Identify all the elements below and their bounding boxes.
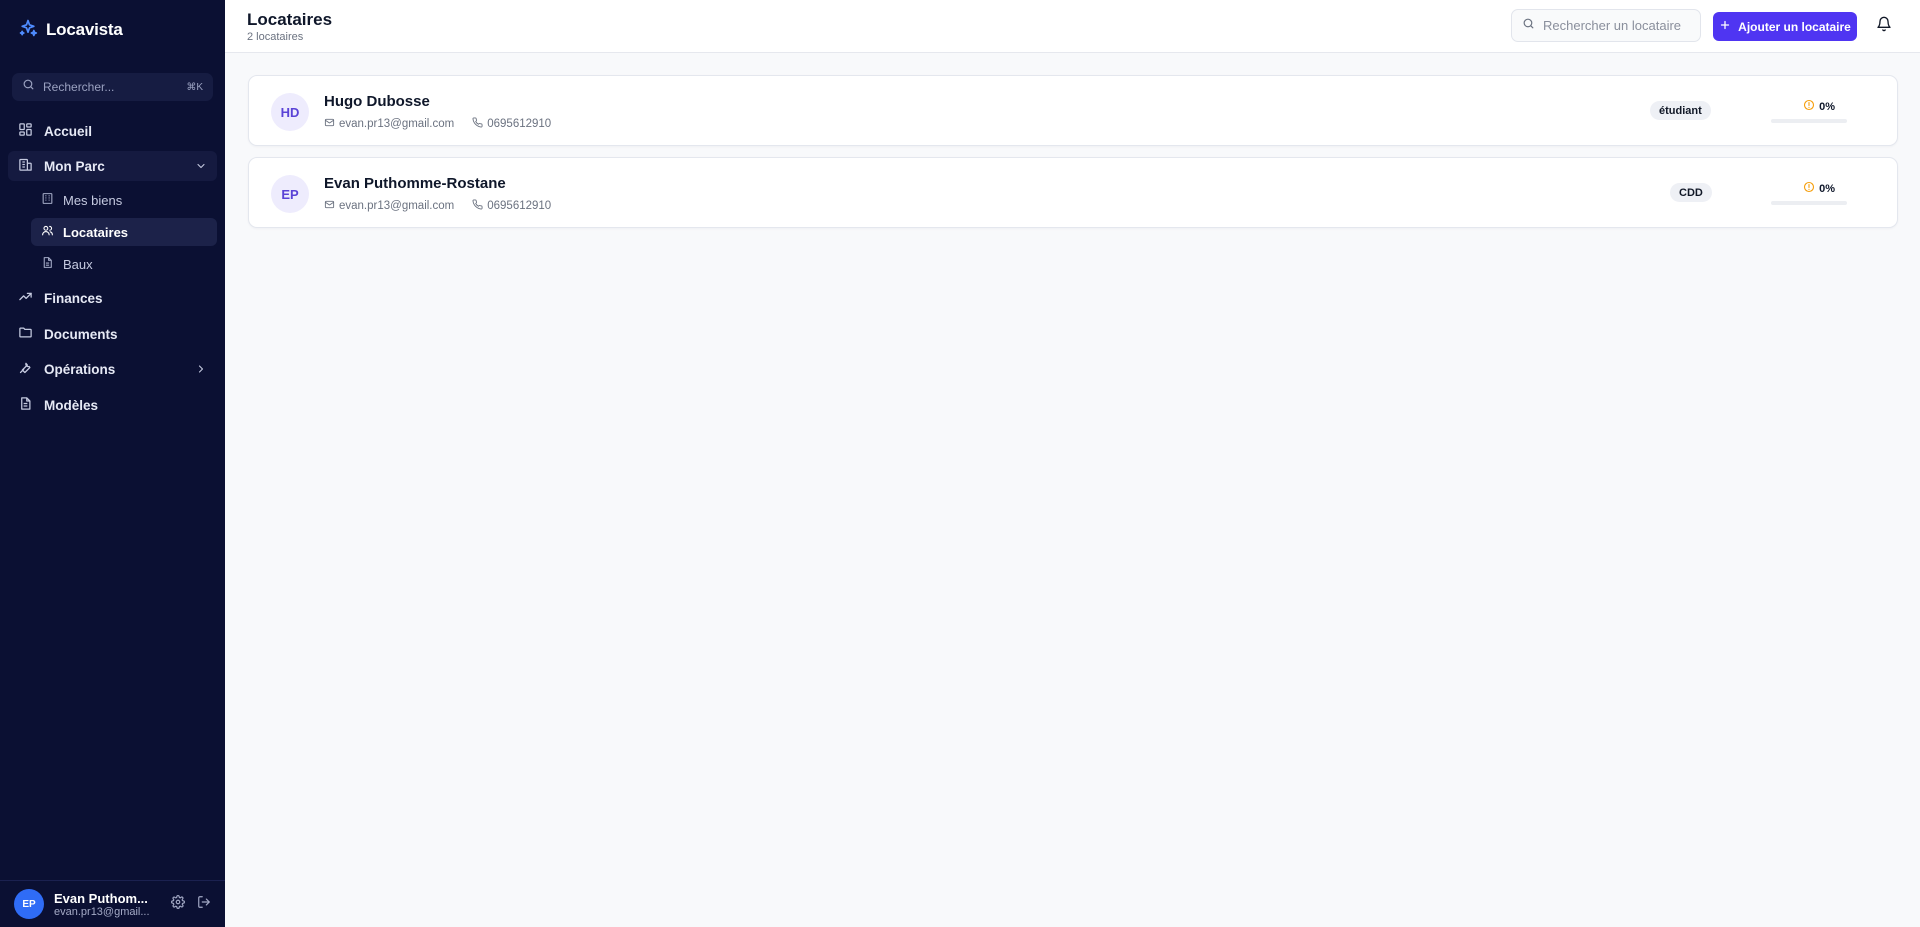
sidebar-item-label: Finances: [44, 290, 103, 306]
mail-icon: [324, 199, 335, 213]
user-info[interactable]: Evan Puthom... evan.pr13@gmail...: [54, 891, 155, 918]
alert-circle-icon: [1803, 99, 1815, 114]
tenant-search-input[interactable]: [1543, 18, 1693, 33]
sidebar-item-mon-parc[interactable]: Mon Parc: [8, 151, 217, 181]
wrench-icon: [18, 360, 33, 378]
brand[interactable]: Locavista: [18, 18, 123, 42]
tenant-name: Evan Puthomme-Rostane: [324, 175, 506, 192]
mail-icon: [324, 117, 335, 131]
tenant-contact: evan.pr13@gmail.com 0695612910: [324, 117, 551, 131]
chevron-down-icon[interactable]: [195, 160, 207, 172]
status-badge: CDD: [1670, 183, 1712, 202]
logout-icon[interactable]: [197, 895, 211, 914]
trend-up-icon: [18, 289, 33, 307]
tenant-name: Hugo Dubosse: [324, 93, 430, 110]
sidebar-item-label: Baux: [63, 256, 93, 272]
user-name: Evan Puthom...: [54, 890, 148, 906]
score-progress-bar: [1771, 119, 1847, 123]
user-actions: [171, 894, 211, 914]
tenant-contact: evan.pr13@gmail.com 0695612910: [324, 199, 551, 213]
tenant-avatar: EP: [271, 175, 309, 213]
sidebar-search-placeholder: Rechercher...: [43, 80, 115, 94]
page-subtitle: 2 locataires: [247, 31, 304, 43]
tenant-score: 0%: [1771, 99, 1847, 123]
sidebar-item-mes-biens[interactable]: Mes biens: [31, 186, 217, 214]
users-icon: [41, 224, 54, 240]
sidebar-item-label: Accueil: [44, 123, 93, 139]
add-tenant-label: Ajouter un locataire: [1738, 19, 1851, 34]
document-icon: [41, 256, 54, 272]
avatar[interactable]: EP: [14, 889, 44, 919]
gear-icon[interactable]: [171, 894, 185, 914]
tenant-card[interactable]: EP Evan Puthomme-Rostane evan.pr13@gmail…: [248, 157, 1898, 228]
search-icon: [1522, 17, 1535, 35]
tenant-score: 0%: [1771, 181, 1847, 205]
sidebar-item-label: Mon Parc: [44, 158, 105, 174]
sidebar-item-accueil[interactable]: Accueil: [8, 116, 217, 146]
sidebar-item-label: Mes biens: [63, 192, 123, 208]
alert-circle-icon: [1803, 181, 1815, 196]
user-email: evan.pr13@gmail...: [54, 905, 150, 918]
score-progress-bar: [1771, 201, 1847, 205]
sidebar: Locavista Rechercher... ⌘K Accueil Mon P…: [0, 0, 225, 927]
brand-name: Locavista: [46, 20, 123, 39]
bed-icon: [41, 192, 54, 208]
phone-icon: [472, 117, 483, 131]
building-icon: [18, 157, 33, 175]
sidebar-item-finances[interactable]: Finances: [8, 283, 217, 313]
tenant-email: evan.pr13@gmail.com: [339, 118, 455, 130]
bell-icon[interactable]: [1876, 16, 1892, 37]
sidebar-search[interactable]: Rechercher... ⌘K: [12, 73, 213, 101]
tenant-card[interactable]: HD Hugo Dubosse evan.pr13@gmail.com 0695…: [248, 75, 1898, 146]
keyboard-shortcut: ⌘K: [186, 81, 203, 93]
search-icon: [22, 78, 35, 96]
phone-icon: [472, 199, 483, 213]
add-tenant-button[interactable]: Ajouter un locataire: [1713, 12, 1857, 41]
tenant-search[interactable]: [1511, 9, 1701, 42]
plus-icon: [1719, 19, 1731, 34]
folder-icon: [18, 325, 33, 343]
header: Locataires 2 locataires Ajouter un locat…: [225, 0, 1920, 53]
sidebar-item-documents[interactable]: Documents: [8, 319, 217, 349]
sidebar-item-operations[interactable]: Opérations: [8, 354, 217, 384]
sidebar-item-label: Documents: [44, 326, 118, 342]
status-badge: étudiant: [1650, 101, 1711, 120]
user-profile: EP Evan Puthom... evan.pr13@gmail...: [0, 880, 225, 927]
tenant-email: evan.pr13@gmail.com: [339, 200, 455, 212]
dashboard-icon: [18, 122, 33, 140]
score-value: 0%: [1819, 182, 1835, 195]
sidebar-item-label: Modèles: [44, 397, 99, 413]
score-value: 0%: [1819, 100, 1835, 113]
tenant-phone: 0695612910: [487, 118, 552, 130]
sidebar-item-baux[interactable]: Baux: [31, 250, 217, 278]
sidebar-item-locataires[interactable]: Locataires: [31, 218, 217, 246]
tenant-phone: 0695612910: [487, 200, 552, 212]
file-text-icon: [18, 396, 33, 414]
sidebar-item-modeles[interactable]: Modèles: [8, 390, 217, 420]
sparkles-icon: [18, 18, 38, 43]
sidebar-item-label: Opérations: [44, 361, 116, 377]
sidebar-item-label: Locataires: [63, 224, 129, 240]
page-title: Locataires: [247, 10, 333, 29]
chevron-right-icon[interactable]: [195, 363, 207, 375]
tenant-avatar: HD: [271, 93, 309, 131]
